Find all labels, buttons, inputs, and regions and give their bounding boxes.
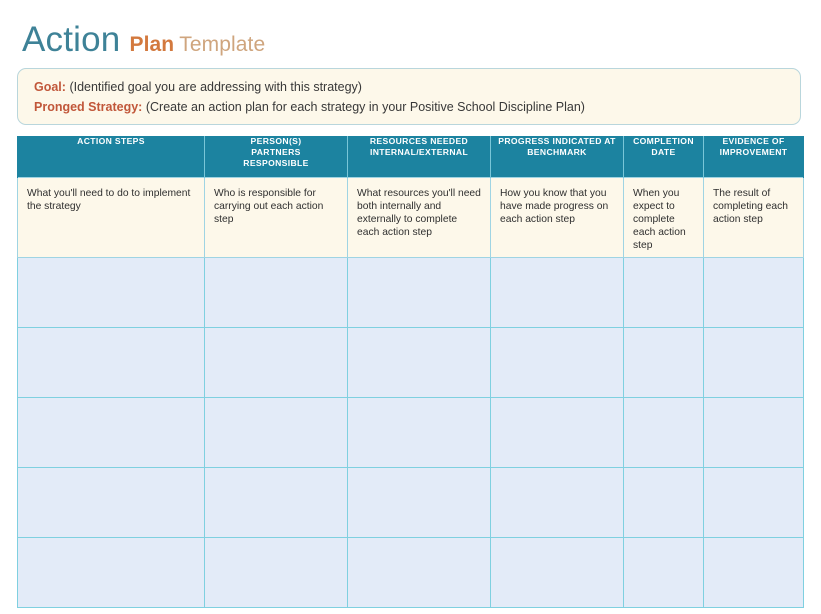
empty-cell[interactable] <box>703 396 804 468</box>
goal-line: Goal: (Identified goal you are addressin… <box>34 77 800 97</box>
column-header-3: RESOURCES NEEDED INTERNAL/EXTERNAL <box>347 136 491 177</box>
empty-cell[interactable] <box>347 256 491 328</box>
column-header-4: PROGRESS INDICATED AT BENCHMARK <box>490 136 624 177</box>
empty-cell[interactable] <box>703 326 804 398</box>
empty-cell[interactable] <box>703 466 804 538</box>
empty-cell[interactable] <box>490 396 624 468</box>
empty-cell[interactable] <box>703 256 804 328</box>
empty-cell[interactable] <box>347 396 491 468</box>
empty-cell[interactable] <box>623 466 704 538</box>
strategy-text: (Create an action plan for each strategy… <box>145 100 585 114</box>
empty-cell[interactable] <box>204 326 348 398</box>
page-title: Action Plan Template <box>22 22 265 57</box>
empty-cell[interactable] <box>17 256 205 328</box>
title-word-plan: Plan <box>129 33 175 56</box>
table-row <box>17 466 804 538</box>
empty-cell[interactable] <box>17 326 205 398</box>
empty-cell[interactable] <box>623 326 704 398</box>
instruction-cell-4: How you know that you have made progress… <box>490 176 624 258</box>
empty-cell[interactable] <box>347 326 491 398</box>
empty-cell[interactable] <box>17 536 205 608</box>
table-header: ACTION STEPS PERSON(S) PARTNERS RESPONSIBLE… <box>17 136 804 177</box>
empty-cell[interactable] <box>17 466 205 538</box>
action-plan-table: ACTION STEPS PERSON(S) PARTNERS RESPONSIBLE… <box>17 136 804 608</box>
strategy-label: Pronged Strategy: <box>34 100 143 114</box>
column-header-5: COMPLETION DATE <box>623 136 704 177</box>
instruction-cell-5: When you expect to complete each action … <box>623 176 704 258</box>
empty-cell[interactable] <box>204 256 348 328</box>
instruction-cell-2: Who is responsible for carrying out each… <box>204 176 348 258</box>
empty-cell[interactable] <box>623 256 704 328</box>
column-header-6: EVIDENCE OF IMPROVEMENT <box>703 136 804 177</box>
instruction-cell-3: What resources you'll need both internal… <box>347 176 491 258</box>
table-row <box>17 536 804 608</box>
table-body: What you'll need to do to implement the … <box>17 176 804 608</box>
table-row <box>17 326 804 398</box>
empty-cell[interactable] <box>204 466 348 538</box>
goal-text: (Identified goal you are addressing with… <box>69 80 362 94</box>
empty-cell[interactable] <box>490 536 624 608</box>
table-row <box>17 256 804 328</box>
empty-cell[interactable] <box>490 326 624 398</box>
instruction-cell-1: What you'll need to do to implement the … <box>17 176 205 258</box>
instruction-row: What you'll need to do to implement the … <box>17 176 804 258</box>
table-header-row: ACTION STEPS PERSON(S) PARTNERS RESPONSIBLE… <box>17 136 804 177</box>
empty-cell[interactable] <box>623 396 704 468</box>
empty-cell[interactable] <box>703 536 804 608</box>
title-word-template: Template <box>179 33 266 56</box>
empty-cell[interactable] <box>623 536 704 608</box>
instruction-cell-6: The result of completing each action ste… <box>703 176 804 258</box>
goal-label: Goal: <box>34 80 66 94</box>
goal-strategy-box: Goal: (Identified goal you are addressin… <box>17 68 801 125</box>
empty-cell[interactable] <box>347 466 491 538</box>
strategy-line: Pronged Strategy: (Create an action plan… <box>34 97 800 117</box>
column-header-1: ACTION STEPS <box>17 136 205 177</box>
empty-cell[interactable] <box>490 466 624 538</box>
table-row <box>17 396 804 468</box>
empty-cell[interactable] <box>490 256 624 328</box>
empty-cell[interactable] <box>204 536 348 608</box>
empty-cell[interactable] <box>347 536 491 608</box>
empty-cell[interactable] <box>17 396 205 468</box>
title-word-action: Action <box>22 20 121 59</box>
empty-cell[interactable] <box>204 396 348 468</box>
column-header-2: PERSON(S) PARTNERS RESPONSIBLE <box>204 136 348 177</box>
